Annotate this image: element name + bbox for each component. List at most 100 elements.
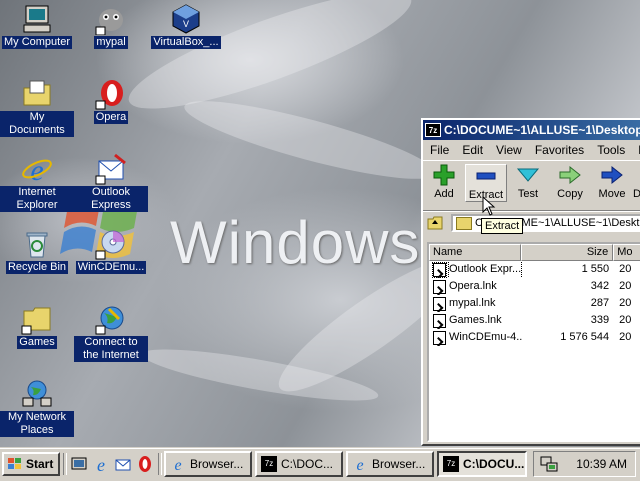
show-desktop-icon[interactable] xyxy=(70,455,88,473)
desktop-icon-games[interactable]: Games xyxy=(0,303,74,349)
system-tray: 10:39 AM xyxy=(533,451,636,477)
task-label: Browser... xyxy=(372,457,426,471)
windows-logo-icon xyxy=(8,458,21,469)
outlook-express-icon xyxy=(95,153,126,185)
folder-up-icon[interactable] xyxy=(427,216,443,230)
add-label: Add xyxy=(434,188,454,200)
list-item[interactable]: Opera.lnk 342 20 xyxy=(429,278,640,295)
quick-launch-outlook-icon[interactable] xyxy=(114,455,132,473)
file-name: Games.lnk xyxy=(449,314,502,326)
desktop-icon-mypal[interactable]: mypal xyxy=(74,3,148,49)
task-label: C:\DOCU... xyxy=(463,457,525,471)
test-button[interactable]: Test xyxy=(507,164,549,200)
file-name: WinCDEmu-4.... xyxy=(449,331,522,343)
window-titlebar[interactable]: 7z C:\DOCUME~1\ALLUSE~1\Desktop xyxy=(423,120,640,140)
move-button[interactable]: Move xyxy=(591,164,633,200)
menu-view[interactable]: View xyxy=(489,143,528,157)
desktop-icon-label: mypal xyxy=(94,36,128,49)
column-modified[interactable]: Mo xyxy=(613,244,640,261)
start-label: Start xyxy=(26,457,54,471)
copy-label: Copy xyxy=(557,188,583,200)
file-name: mypal.lnk xyxy=(449,297,496,309)
desktop-icon-label: WinCDEmu... xyxy=(75,261,147,274)
add-button[interactable]: Add xyxy=(423,164,465,200)
list-item[interactable]: mypal.lnk 287 20 xyxy=(429,295,640,312)
svg-text:V: V xyxy=(183,19,189,29)
file-name: Outlook Expr... xyxy=(447,261,522,278)
menu-edit[interactable]: Edit xyxy=(455,143,489,157)
desktop-icon-label: My Network Places xyxy=(0,411,74,437)
file-modified: 20 xyxy=(619,297,632,309)
menu-tools[interactable]: Tools xyxy=(590,143,631,157)
column-size[interactable]: Size xyxy=(521,244,614,261)
desktop-icon-connect-internet[interactable]: Connect to the Internet xyxy=(74,303,148,362)
mouse-cursor-icon xyxy=(482,196,496,216)
desktop-icon-virtualbox[interactable]: V VirtualBox_... xyxy=(149,3,223,49)
file-modified: 20 xyxy=(619,314,632,326)
delete-icon xyxy=(633,164,640,186)
desktop-icon-label: Games xyxy=(17,336,57,349)
file-list[interactable]: Name Size Mo Outlook Expr... 1 550 20 Op… xyxy=(427,242,640,442)
taskbar: Start e e Browser... 7z C:\DOC... e Brow… xyxy=(0,448,640,481)
games-folder-icon xyxy=(21,307,51,335)
list-item[interactable]: Outlook Expr... 1 550 20 xyxy=(429,261,640,278)
clock[interactable]: 10:39 AM xyxy=(576,457,627,471)
svg-text:e: e xyxy=(97,455,105,473)
menu-help[interactable]: Help xyxy=(631,143,640,157)
opera-icon xyxy=(95,80,123,110)
move-icon xyxy=(601,165,623,185)
file-modified: 20 xyxy=(619,280,632,292)
start-button[interactable]: Start xyxy=(2,452,60,476)
desktop-icon-label: Connect to the Internet xyxy=(74,336,148,362)
desktop-icon-outlook-express[interactable]: Outlook Express xyxy=(74,153,148,212)
desktop-icon-wincdemu[interactable]: WinCDEmu... xyxy=(74,228,148,274)
desktop-icon-opera[interactable]: Opera xyxy=(74,78,148,124)
mypal-icon xyxy=(95,9,123,35)
desktop-icon-internet-explorer[interactable]: e Internet Explorer xyxy=(0,153,74,212)
7zip-icon: 7z xyxy=(443,456,459,472)
test-label: Test xyxy=(517,188,539,200)
column-name[interactable]: Name xyxy=(429,244,522,261)
toolbar: Add Extract Test Copy Move D xyxy=(423,161,640,211)
menu-file[interactable]: File xyxy=(423,143,455,157)
list-item[interactable]: Games.lnk 339 20 xyxy=(429,312,640,329)
address-field[interactable]: C:\DOCUME~1\ALLUSE~1\Desktop xyxy=(451,214,640,232)
taskbar-task-browser-1[interactable]: e Browser... xyxy=(164,451,252,477)
menu-bar: File Edit View Favorites Tools Help xyxy=(423,140,640,161)
desktop-icon-label: VirtualBox_... xyxy=(151,36,221,49)
svg-text:e: e xyxy=(174,457,181,472)
ie-icon: e xyxy=(356,457,363,472)
extract-icon xyxy=(476,172,496,180)
shortcut-file-icon xyxy=(433,296,446,311)
svg-text:e: e xyxy=(356,457,363,472)
file-size: 339 xyxy=(590,314,610,326)
file-modified: 20 xyxy=(619,331,632,343)
quick-launch-ie-icon[interactable]: e xyxy=(92,455,110,473)
add-icon xyxy=(433,164,455,186)
copy-icon xyxy=(559,165,581,185)
list-item[interactable]: WinCDEmu-4.... 1 576 544 20 xyxy=(429,329,640,346)
menu-favorites[interactable]: Favorites xyxy=(528,143,590,157)
folder-icon xyxy=(456,217,472,230)
task-label: C:\DOC... xyxy=(281,457,334,471)
copy-button[interactable]: Copy xyxy=(549,164,591,200)
task-label: Browser... xyxy=(190,457,244,471)
shortcut-file-icon xyxy=(433,313,446,328)
delete-button[interactable]: D xyxy=(633,164,640,200)
7zip-icon: 7z xyxy=(425,123,441,137)
quick-launch-opera-icon[interactable] xyxy=(136,455,154,473)
taskbar-task-7zip-1[interactable]: 7z C:\DOC... xyxy=(255,451,343,477)
file-size: 1 550 xyxy=(581,263,610,275)
svg-text:e: e xyxy=(30,154,43,185)
taskbar-task-browser-2[interactable]: e Browser... xyxy=(346,451,434,477)
extract-tooltip: Extract xyxy=(481,218,524,234)
my-computer-icon xyxy=(23,5,51,33)
file-manager-window[interactable]: 7z C:\DOCUME~1\ALLUSE~1\Desktop File Edi… xyxy=(421,118,640,446)
desktop-icon-label: My Documents xyxy=(0,111,74,137)
desktop-icon-my-documents[interactable]: My Documents xyxy=(0,78,74,137)
desktop-icon-recycle-bin[interactable]: Recycle Bin xyxy=(0,228,74,274)
desktop-icon-network-places[interactable]: My Network Places xyxy=(0,378,74,437)
taskbar-task-7zip-2[interactable]: 7z C:\DOCU... xyxy=(437,451,527,477)
desktop-icon-my-computer[interactable]: My Computer xyxy=(0,3,74,49)
network-connection-icon[interactable] xyxy=(539,455,559,473)
